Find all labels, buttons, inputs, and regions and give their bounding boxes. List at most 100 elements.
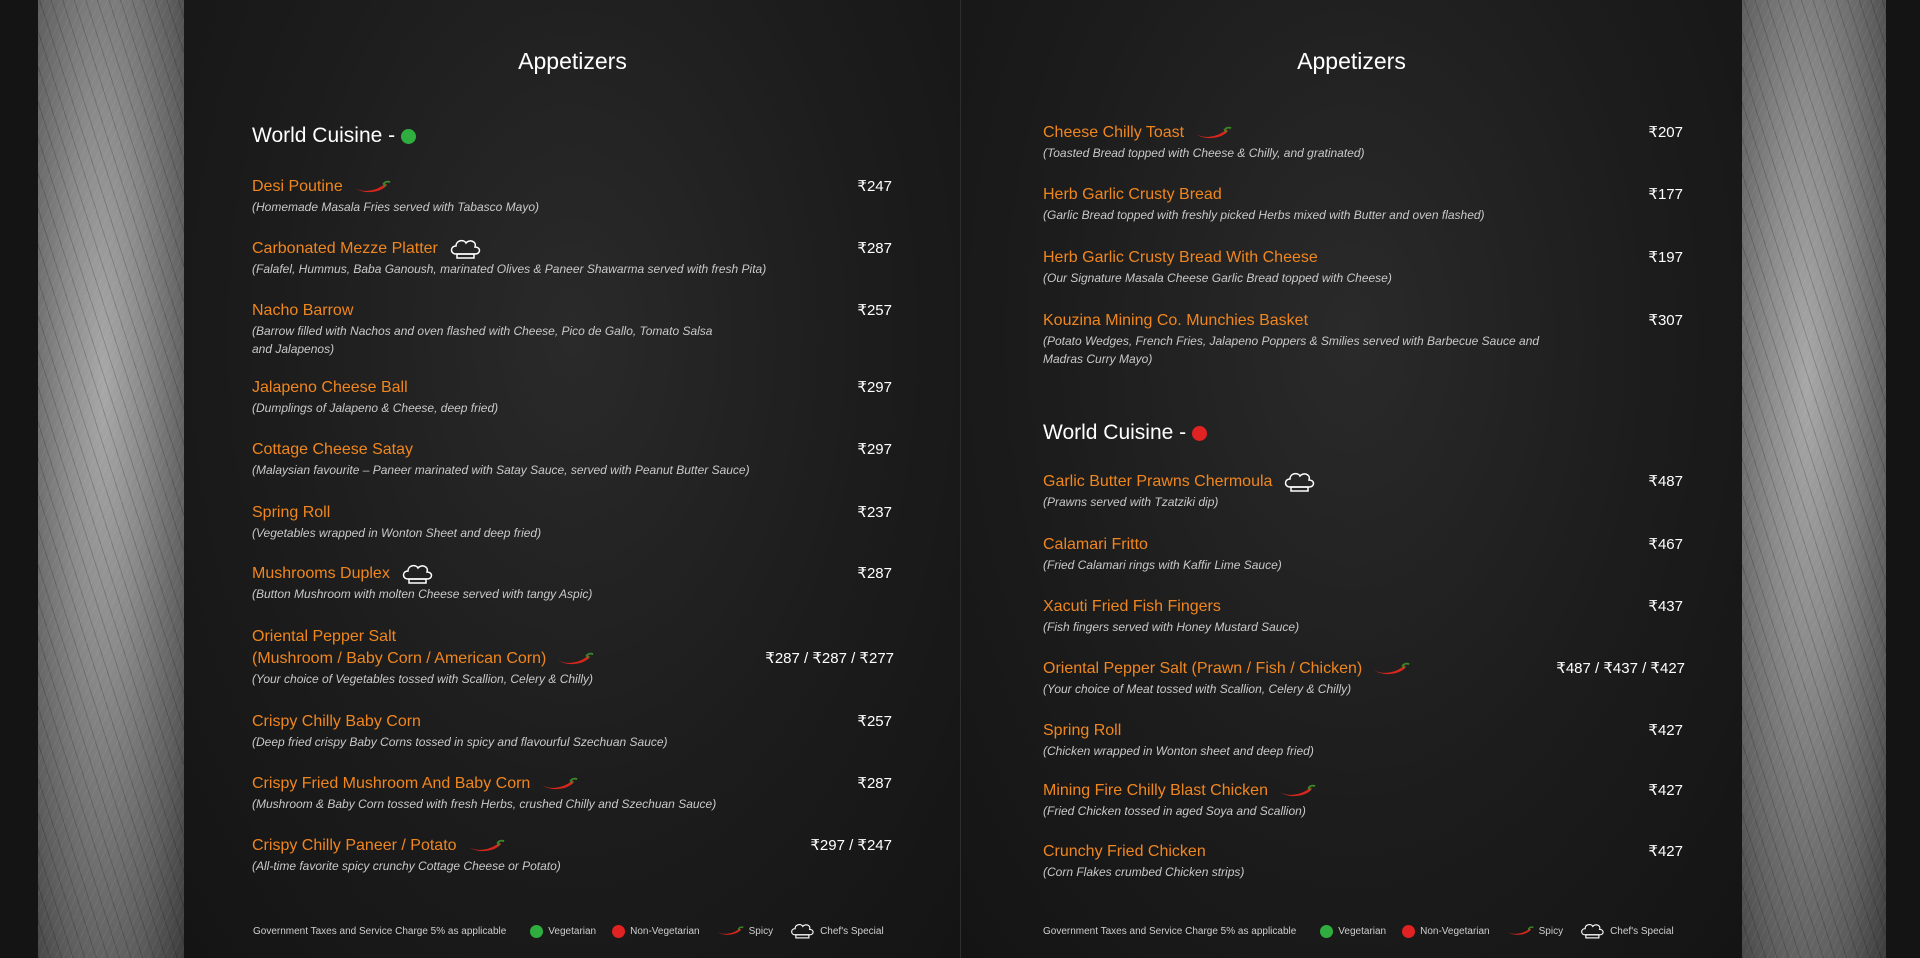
item-name: Herb Garlic Crusty Bread With Cheese: [1043, 249, 1318, 266]
page-heading: Appetizers: [518, 48, 627, 74]
legend-chef: Chef's Special: [820, 925, 884, 937]
green-dot-icon: [1320, 924, 1334, 938]
item-name: Herb Garlic Crusty Bread: [1043, 186, 1222, 203]
item-name: Oriental Pepper Salt (Prawn / Fish / Chi…: [1043, 660, 1363, 677]
menu-item: Spring Roll (Chicken wrapped in Wonton s…: [1043, 720, 1683, 760]
red-dot-icon: [1192, 425, 1208, 441]
item-name: Crispy Chilly Baby Corn: [252, 713, 421, 730]
tax-note: Government Taxes and Service Charge 5% a…: [253, 925, 507, 937]
item-name: Crispy Fried Mushroom And Baby Corn: [252, 775, 531, 792]
legend-nonveg: Non-Vegetarian: [1420, 925, 1490, 937]
item-description: (Malaysian favourite – Paneer marinated …: [252, 463, 750, 477]
item-description: (Potato Wedges, French Fries, Jalapeno P…: [1043, 334, 1540, 348]
legend-veg: Vegetarian: [1338, 925, 1387, 937]
item-price: ₹287 / ₹287 / ₹277: [765, 650, 894, 667]
item-price: ₹287: [857, 775, 892, 792]
item-description: (Mushroom & Baby Corn tossed with fresh …: [252, 797, 717, 811]
item-name: Kouzina Mining Co. Munchies Basket: [1043, 312, 1309, 329]
chili-pepper-icon: [1278, 783, 1316, 799]
red-dot-icon: [612, 924, 626, 938]
item-price: ₹207: [1648, 124, 1683, 141]
menu-item: Cottage Cheese Satay (Malaysian favourit…: [252, 439, 892, 479]
red-dot-icon: [1402, 924, 1416, 938]
item-price: ₹287: [857, 565, 892, 582]
chili-pepper-icon: [1506, 925, 1534, 937]
item-name: Desi Poutine: [252, 178, 343, 195]
item-description-line2: Madras Curry Mayo): [1043, 352, 1153, 366]
menu-item: Garlic Butter Prawns Chermoula (Prawns s…: [1043, 471, 1683, 511]
item-price: ₹237: [857, 504, 892, 521]
item-description: (Fish fingers served with Honey Mustard …: [1043, 620, 1300, 634]
item-price: ₹257: [857, 713, 892, 730]
section-title-veg: World Cuisine -: [252, 124, 417, 148]
item-description: (Chicken wrapped in Wonton sheet and dee…: [1043, 744, 1314, 758]
menu-item: Cheese Chilly Toast (Toasted Bread toppe…: [1043, 122, 1683, 162]
menu-item: Mining Fire Chilly Blast Chicken (Fried …: [1043, 780, 1683, 820]
chili-pepper-icon: [1372, 661, 1410, 677]
item-price: ₹487 / ₹437 / ₹427: [1556, 660, 1685, 677]
menu-item: Calamari Fritto (Fried Calamari rings wi…: [1043, 534, 1683, 574]
menu-item: Crispy Fried Mushroom And Baby Corn (Mus…: [252, 773, 892, 813]
item-price: ₹467: [1648, 536, 1683, 553]
item-price: ₹197: [1648, 249, 1683, 266]
item-price: ₹427: [1648, 722, 1683, 739]
item-price: ₹257: [857, 302, 892, 319]
menu-item: Oriental Pepper Salt (Mushroom / Baby Co…: [252, 626, 894, 688]
menu-item: Spring Roll (Vegetables wrapped in Wonto…: [252, 502, 892, 542]
item-price: ₹247: [857, 178, 892, 195]
menu-item: Oriental Pepper Salt (Prawn / Fish / Chi…: [1043, 658, 1685, 698]
chef-hat-icon: [1282, 471, 1316, 493]
menu-item: Carbonated Mezze Platter (Falafel, Hummu…: [252, 238, 892, 278]
item-description: (Prawns served with Tzatziki dip): [1043, 495, 1219, 509]
section-title-label: World Cuisine -: [1043, 421, 1187, 444]
menu-page-left: Appetizers World Cuisine - Desi Poutine …: [184, 0, 961, 958]
item-name: Calamari Fritto: [1043, 536, 1148, 553]
item-name: Xacuti Fried Fish Fingers: [1043, 598, 1221, 615]
menu-item: Herb Garlic Crusty Bread With Cheese (Ou…: [1043, 247, 1683, 287]
item-price: ₹297: [857, 379, 892, 396]
menu-page-right: Appetizers Cheese Chilly Toast (Toasted …: [961, 0, 1742, 958]
chili-pepper-icon: [353, 179, 391, 195]
item-description: (Deep fried crispy Baby Corns tossed in …: [252, 735, 668, 749]
legend-nonveg: Non-Vegetarian: [630, 925, 700, 937]
legend-footer: Government Taxes and Service Charge 5% a…: [1043, 922, 1684, 940]
section-title-label: World Cuisine -: [252, 124, 396, 147]
item-name: Mining Fire Chilly Blast Chicken: [1043, 782, 1268, 799]
item-name: Nacho Barrow: [252, 302, 354, 319]
item-description: (Toasted Bread topped with Cheese & Chil…: [1043, 146, 1365, 160]
item-description: (Your choice of Meat tossed with Scallio…: [1043, 682, 1352, 696]
legend-spicy: Spicy: [1538, 925, 1564, 937]
item-price: ₹287: [857, 240, 892, 257]
page-heading: Appetizers: [1297, 48, 1406, 74]
item-description-line2: and Jalapenos): [252, 342, 335, 356]
menu-item: Crispy Chilly Paneer / Potato (All-time …: [252, 835, 892, 875]
item-name: Cottage Cheese Satay: [252, 441, 413, 458]
item-name: Mushrooms Duplex: [252, 565, 390, 582]
item-name: Garlic Butter Prawns Chermoula: [1043, 473, 1273, 490]
item-description: (Homemade Masala Fries served with Tabas…: [252, 200, 539, 214]
menu-item: Herb Garlic Crusty Bread (Garlic Bread t…: [1043, 184, 1683, 224]
chef-hat-icon: [1579, 922, 1605, 940]
item-price: ₹427: [1648, 782, 1683, 799]
legend-footer: Government Taxes and Service Charge 5% a…: [253, 922, 894, 940]
item-price: ₹307: [1648, 312, 1683, 329]
item-description: (Vegetables wrapped in Wonton Sheet and …: [252, 526, 542, 540]
item-price: ₹437: [1648, 598, 1683, 615]
menu-item: Mushrooms Duplex (Button Mushroom with m…: [252, 563, 892, 603]
menu-item: Jalapeno Cheese Ball (Dumplings of Jalap…: [252, 377, 892, 417]
chili-pepper-icon: [716, 925, 744, 937]
legend-spicy: Spicy: [748, 925, 774, 937]
chef-hat-icon: [400, 563, 434, 585]
item-price: ₹177: [1648, 186, 1683, 203]
green-dot-icon: [530, 924, 544, 938]
item-price: ₹487: [1648, 473, 1683, 490]
item-name: Crispy Chilly Paneer / Potato: [252, 837, 457, 854]
item-price: ₹297: [857, 441, 892, 458]
green-dot-icon: [401, 128, 417, 144]
chef-hat-icon: [448, 238, 482, 260]
item-description: (Our Signature Masala Cheese Garlic Brea…: [1043, 271, 1392, 285]
item-name: Spring Roll: [252, 504, 331, 521]
metal-panel-left: [38, 0, 184, 958]
item-description: (All-time favorite spicy crunchy Cottage…: [252, 859, 561, 873]
item-name: Oriental Pepper Salt: [252, 628, 397, 645]
